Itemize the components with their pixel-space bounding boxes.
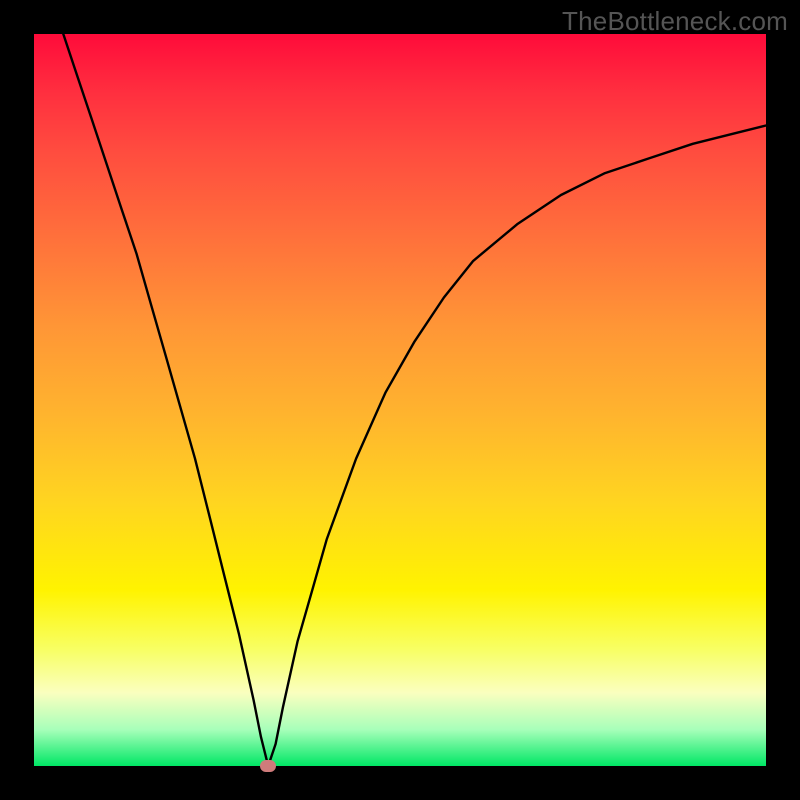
minimum-marker (260, 760, 276, 772)
watermark-text: TheBottleneck.com (562, 6, 788, 37)
plot-area (34, 34, 766, 766)
chart-frame: TheBottleneck.com (0, 0, 800, 800)
bottleneck-curve (34, 34, 766, 766)
